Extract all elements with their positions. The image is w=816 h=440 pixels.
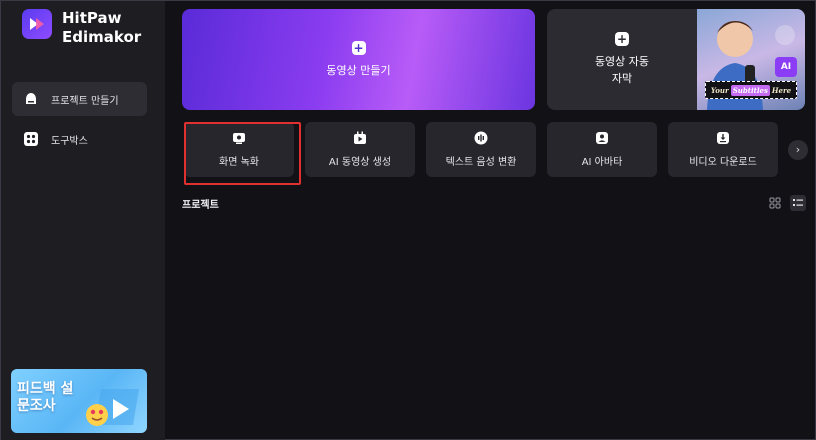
auto-subtitle-button[interactable]: + 동영상 자동 자막 AI Your Subtitles Here	[547, 9, 805, 110]
grid-icon	[769, 197, 781, 209]
tool-text-to-speech[interactable]: 텍스트 음성 변환	[426, 122, 536, 177]
tool-video-download[interactable]: 비디오 다운로드	[668, 122, 778, 177]
tool-label: AI 동영상 생성	[328, 157, 392, 168]
brand: HitPaw Edimakor	[22, 9, 141, 46]
caption-text: Your	[710, 85, 729, 95]
grid-view-button[interactable]	[767, 195, 783, 211]
ai-video-icon	[354, 131, 366, 144]
home-icon	[23, 91, 39, 107]
screen-record-highlight	[184, 122, 301, 185]
caption-highlight: Subtitles	[730, 84, 770, 96]
app-logo-icon	[22, 9, 52, 39]
list-icon	[793, 199, 803, 206]
sidebar-item-label: 도구박스	[51, 135, 88, 147]
survey-emoji-icon	[86, 389, 139, 426]
tool-label: 텍스트 음성 변환	[445, 157, 517, 168]
feedback-survey-banner[interactable]: 피드백 설 문조사	[11, 369, 147, 433]
sidebar-item-create-project[interactable]: 프로젝트 만들기	[12, 82, 147, 116]
avatar-icon	[596, 132, 608, 144]
sidebar: HitPaw Edimakor 프로젝트 만들기 도구박스 피드백 설 문조사	[1, 1, 165, 440]
plus-icon: +	[351, 41, 366, 55]
ai-badge: AI	[775, 57, 797, 77]
subtitle-preview: Your Subtitles Here	[705, 81, 797, 99]
toolbox-icon	[23, 131, 39, 147]
next-arrow-button[interactable]: ›	[788, 140, 808, 160]
plus-icon: +	[615, 32, 629, 46]
create-video-button[interactable]: + 동영상 만들기	[182, 9, 535, 110]
list-view-button[interactable]	[790, 195, 806, 211]
tool-label: 비디오 다운로드	[689, 157, 757, 168]
tool-ai-avatar[interactable]: AI 아바타	[547, 122, 657, 177]
sidebar-item-label: 프로젝트 만들기	[51, 95, 119, 107]
app-name: HitPaw Edimakor	[62, 9, 142, 46]
tool-label: AI 아바타	[581, 157, 623, 168]
auto-subtitle-label: 동영상 자동 자막	[594, 55, 650, 85]
text-to-speech-icon	[474, 131, 488, 145]
create-video-label: 동영상 만들기	[326, 64, 391, 77]
download-icon	[717, 132, 729, 144]
caption-text: Here	[771, 85, 792, 95]
survey-label: 피드백 설 문조사	[17, 381, 74, 414]
tool-ai-video[interactable]: AI 동영상 생성	[305, 122, 415, 177]
projects-title: 프로젝트	[182, 200, 219, 211]
sidebar-item-toolbox[interactable]: 도구박스	[12, 122, 147, 156]
